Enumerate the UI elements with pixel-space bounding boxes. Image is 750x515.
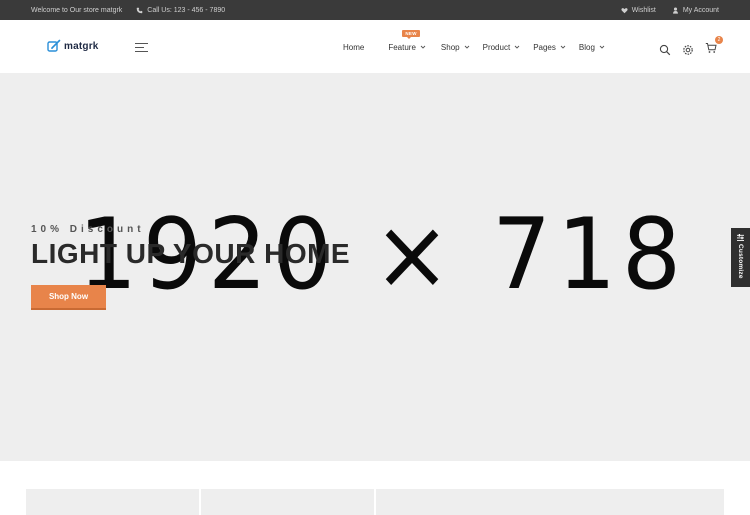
promo-tile[interactable] xyxy=(26,489,199,515)
hero-discount: 10% Discount xyxy=(31,224,145,235)
new-badge: NEW xyxy=(402,30,420,39)
nav-label-product: Product xyxy=(482,42,511,52)
hero-banner: 1920 × 718 10% Discount LIGHT UP YOUR HO… xyxy=(0,74,750,461)
account-label: My Account xyxy=(682,6,719,14)
chevron-down-icon xyxy=(599,45,605,49)
logo-icon xyxy=(47,39,61,52)
promo-tile[interactable] xyxy=(376,489,724,515)
chevron-down-icon xyxy=(420,45,426,49)
promo-tile[interactable] xyxy=(201,489,374,515)
heart-icon xyxy=(621,7,628,13)
menu-toggle-icon[interactable] xyxy=(135,42,148,53)
settings-icon[interactable] xyxy=(682,44,694,56)
cart-icon xyxy=(705,43,717,53)
main-nav: Home NEW Feature Shop Product Pages Blog xyxy=(343,30,605,54)
logo-text: matgrk xyxy=(64,40,99,52)
nav-item-feature[interactable]: NEW Feature xyxy=(388,30,426,54)
main-header: matgrk Home NEW Feature Shop Product Pag… xyxy=(0,20,750,74)
chevron-down-icon xyxy=(464,45,469,49)
customize-label: Customize xyxy=(737,244,744,279)
phone-info: Call Us: 123 - 456 - 7890 xyxy=(136,7,225,14)
search-icon[interactable] xyxy=(659,44,671,56)
cart-button[interactable]: 2 xyxy=(705,36,723,59)
header-icons: 2 xyxy=(659,36,723,59)
nav-label-pages: Pages xyxy=(533,42,556,52)
welcome-text: Welcome to Our store matgrk xyxy=(31,6,123,14)
sliders-icon xyxy=(737,234,744,241)
shop-now-button[interactable]: Shop Now xyxy=(31,285,106,310)
nav-item-shop[interactable]: Shop xyxy=(441,40,470,54)
top-bar-left: Welcome to Our store matgrk Call Us: 123… xyxy=(31,0,225,20)
customize-tab[interactable]: Customize xyxy=(731,228,750,287)
logo[interactable]: matgrk xyxy=(47,39,99,53)
nav-item-pages[interactable]: Pages xyxy=(533,40,566,54)
account-link[interactable]: My Account xyxy=(672,7,719,14)
nav-label-home: Home xyxy=(343,42,365,52)
chevron-down-icon xyxy=(514,45,520,49)
cart-count-badge: 2 xyxy=(715,36,723,44)
top-bar: Welcome to Our store matgrk Call Us: 123… xyxy=(0,0,750,20)
nav-label-feature: Feature xyxy=(388,42,416,52)
chevron-down-icon xyxy=(560,45,566,49)
nav-label-shop: Shop xyxy=(440,42,460,52)
nav-item-product[interactable]: Product xyxy=(483,40,521,54)
phone-icon xyxy=(136,7,143,13)
wishlist-link[interactable]: Wishlist xyxy=(621,7,656,14)
nav-item-blog[interactable]: Blog xyxy=(579,40,605,54)
wishlist-label: Wishlist xyxy=(631,6,656,14)
top-bar-right: Wishlist My Account xyxy=(621,0,719,20)
nav-label-blog: Blog xyxy=(578,42,595,52)
user-icon xyxy=(672,7,678,14)
hero-title: LIGHT UP YOUR HOME xyxy=(31,238,351,269)
phone-text: Call Us: 123 - 456 - 7890 xyxy=(147,6,226,14)
nav-item-home[interactable]: Home xyxy=(343,40,364,54)
